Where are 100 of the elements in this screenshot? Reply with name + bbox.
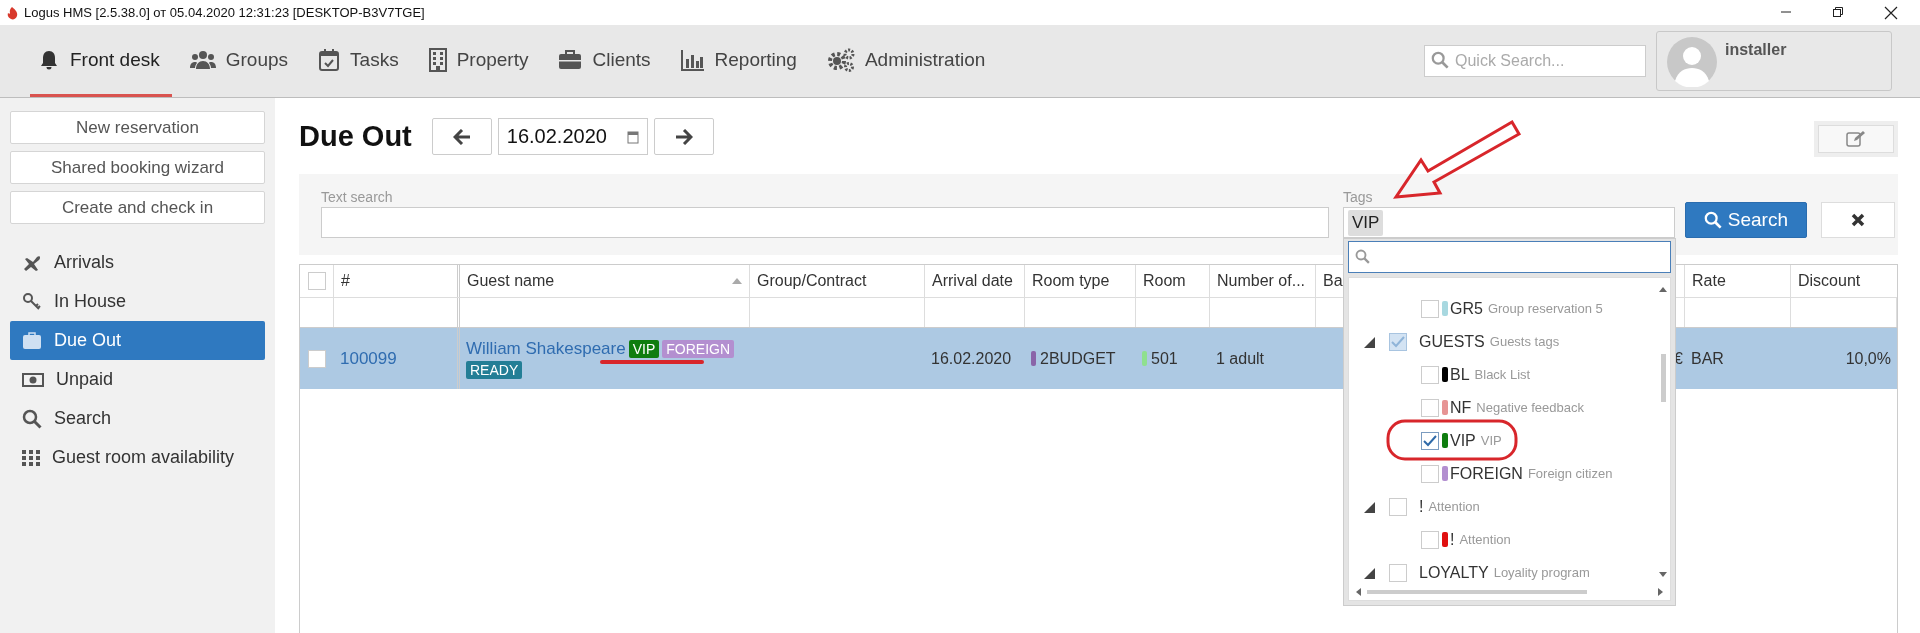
search-button[interactable]: Search <box>1685 202 1807 238</box>
search-icon <box>1431 51 1449 69</box>
select-all-checkbox[interactable] <box>307 272 326 290</box>
scroll-down-icon[interactable] <box>1659 572 1667 578</box>
user-panel[interactable]: installer <box>1656 31 1892 91</box>
tag-code[interactable]: ! <box>1419 497 1424 516</box>
close-icon[interactable] <box>1884 5 1898 20</box>
tag-chip[interactable]: VIP <box>1348 209 1384 236</box>
text-search-field[interactable] <box>321 207 1329 238</box>
previous-day-button[interactable] <box>431 118 492 155</box>
tag-checkbox[interactable] <box>1421 398 1439 417</box>
tag-code[interactable]: ! <box>1450 530 1455 549</box>
bar-chart-icon <box>680 48 705 71</box>
tag-code[interactable]: FOREIGN <box>1450 464 1523 483</box>
column-header[interactable]: Group/Contract <box>757 272 867 290</box>
close-icon <box>1850 213 1865 227</box>
clear-button[interactable] <box>1820 202 1895 238</box>
tags-field[interactable]: VIP <box>1343 207 1675 238</box>
column-header[interactable]: Number of... <box>1217 272 1306 290</box>
field-label: Tags <box>1343 189 1374 205</box>
gears-icon <box>826 47 855 72</box>
arrow-left-icon <box>452 128 471 145</box>
table-cell: 16.02.2020 <box>931 349 1012 368</box>
building-icon <box>428 47 447 72</box>
bell-icon <box>38 48 60 71</box>
column-header[interactable]: Ba <box>1323 272 1343 290</box>
arrow-right-icon <box>674 128 693 145</box>
sidebar-item[interactable]: Arrivals <box>10 243 265 282</box>
field-label: Text search <box>321 189 394 205</box>
nav-tab[interactable]: Property <box>420 25 541 97</box>
edit-button[interactable] <box>1818 124 1894 153</box>
quick-search-field[interactable]: Quick Search... <box>1424 45 1646 77</box>
column-header[interactable]: Arrival date <box>932 272 1013 290</box>
table-cell: 2BUDGET <box>1040 349 1116 368</box>
action-button[interactable]: New reservation <box>10 111 265 144</box>
sidebar-item[interactable]: Due Out <box>10 321 265 360</box>
grid-icon <box>22 448 40 467</box>
tag-code[interactable]: BL <box>1450 365 1470 384</box>
tag-description: Group reservation 5 <box>1487 301 1603 316</box>
search-icon <box>22 408 42 429</box>
tag-code[interactable]: GUESTS <box>1419 332 1485 351</box>
tag-checkbox[interactable] <box>1389 332 1407 351</box>
tag-checkbox[interactable] <box>1389 563 1407 582</box>
column-header[interactable]: Discount <box>1798 272 1861 290</box>
table-cell: 501 <box>1151 349 1178 368</box>
nav-tab[interactable]: Tasks <box>310 25 411 97</box>
action-button[interactable]: Shared booking wizard <box>10 151 265 184</box>
tag-code[interactable]: VIP <box>1450 431 1476 450</box>
tag-code[interactable]: LOYALTY <box>1419 563 1489 582</box>
restore-icon[interactable] <box>1832 5 1844 18</box>
edit-icon <box>1846 129 1866 148</box>
banknote-icon <box>22 370 44 389</box>
sidebar-item[interactable]: Search <box>10 399 265 438</box>
app-logo-icon <box>6 5 18 20</box>
scroll-up-icon[interactable] <box>1659 286 1667 292</box>
tag-checkbox[interactable] <box>1421 464 1439 483</box>
action-button[interactable]: Create and check in <box>10 191 265 224</box>
tag-code[interactable]: GR5 <box>1450 299 1483 318</box>
tag-checkbox[interactable] <box>1421 530 1439 549</box>
tag-description: Loyality program <box>1493 565 1590 580</box>
sidebar-item[interactable]: Guest room availability <box>10 438 265 477</box>
tag-checkbox[interactable] <box>1421 299 1439 318</box>
users-icon <box>189 48 216 71</box>
tag-search-field[interactable] <box>1348 241 1671 273</box>
key-icon <box>22 291 42 312</box>
nav-tab[interactable]: Groups <box>181 25 301 97</box>
user-name: installer <box>1725 41 1787 59</box>
tag-description: Black List <box>1474 367 1531 382</box>
sidebar-item[interactable]: In House <box>10 282 265 321</box>
row-checkbox[interactable] <box>308 349 326 368</box>
avatar-icon <box>1667 37 1717 87</box>
suitcase-icon <box>22 330 42 351</box>
tag-description: Foreign citizen <box>1527 466 1613 481</box>
table-cell: 1 adult <box>1216 349 1265 368</box>
tag-checkbox[interactable] <box>1421 365 1439 384</box>
tag-description: Attention <box>1428 499 1480 514</box>
scrollbar-thumb[interactable] <box>1660 354 1666 402</box>
tag-checkbox[interactable] <box>1421 431 1439 450</box>
column-header[interactable]: Room type <box>1032 272 1110 290</box>
page-title: Due Out <box>299 120 412 153</box>
date-field[interactable]: 16.02.2020 <box>497 118 648 155</box>
tag-description: Negative feedback <box>1476 400 1584 415</box>
status-badge: READY <box>466 360 523 379</box>
tag-badge: FOREIGN <box>662 339 735 358</box>
next-day-button[interactable] <box>653 118 714 155</box>
sidebar-item[interactable]: Unpaid <box>10 360 265 399</box>
column-header[interactable]: # <box>341 272 350 290</box>
scroll-left-icon[interactable] <box>1355 588 1361 596</box>
tag-checkbox[interactable] <box>1389 497 1407 516</box>
scrollbar-thumb[interactable] <box>1367 590 1587 594</box>
column-header[interactable]: Guest name <box>467 272 555 290</box>
nav-tab[interactable]: Clients <box>550 25 663 97</box>
nav-tab[interactable]: Reporting <box>672 25 809 97</box>
calendar-check-icon <box>318 47 341 72</box>
briefcase-icon <box>558 48 583 71</box>
column-header[interactable]: Rate <box>1692 272 1726 290</box>
tag-code[interactable]: NF <box>1450 398 1472 417</box>
nav-tab[interactable]: Administration <box>818 25 998 97</box>
scroll-right-icon[interactable] <box>1658 588 1664 596</box>
column-header[interactable]: Room <box>1143 272 1186 290</box>
